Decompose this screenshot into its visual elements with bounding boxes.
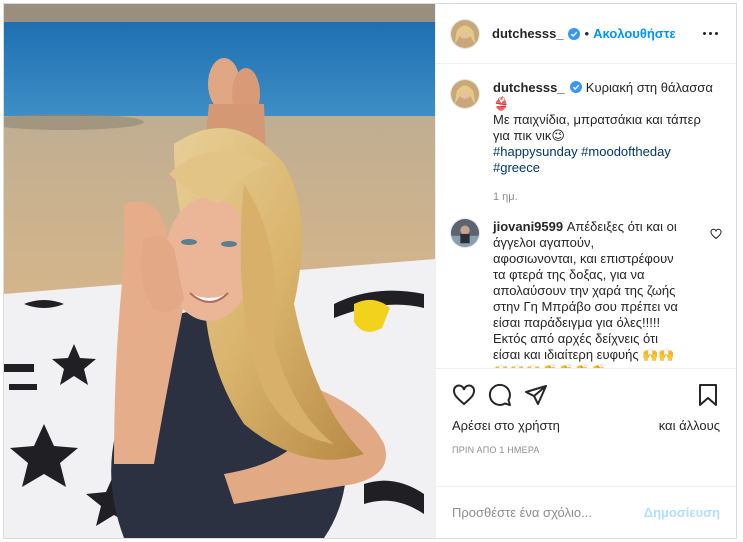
comment-line: απολαύσουν την χαρά της ζωής bbox=[493, 283, 676, 298]
comment-icon[interactable] bbox=[488, 383, 512, 407]
heart-icon[interactable] bbox=[452, 383, 476, 407]
add-comment-bar: Προσθέστε ένα σχόλιο... Δημοσίευση bbox=[436, 486, 736, 538]
heart-small-icon[interactable] bbox=[710, 228, 722, 240]
commenter-avatar[interactable] bbox=[450, 218, 480, 248]
post-actions: Αρέσει στο χρήστη και άλλους ΠΡΙΝ ΑΠΟ 1 … bbox=[436, 368, 736, 486]
caption-time: 1 ημ. bbox=[493, 191, 518, 203]
bookmark-icon[interactable] bbox=[696, 383, 720, 407]
post-photo[interactable] bbox=[4, 4, 435, 538]
post-side-panel: dutchesss_ • Ακολουθήστε dutchesss_ Κυρι… bbox=[435, 4, 736, 538]
comment-line: Απέδειξες ότι και οι bbox=[566, 219, 677, 234]
caption-line-3: για πικ νικ😉 bbox=[493, 128, 565, 143]
comment-line: στην Γη Μπράβο σου πρέπει να bbox=[493, 299, 678, 314]
caption-avatar[interactable] bbox=[450, 79, 480, 109]
action-icons bbox=[452, 375, 720, 415]
post-timestamp[interactable]: ΠΡΙΝ ΑΠΟ 1 ΗΜΕΡΑ bbox=[452, 445, 720, 455]
comment-line: είσαι και ιδιαίτερη ευφυής 🙌🙌 bbox=[493, 347, 675, 362]
comment-line: άγγελοι αγαπούν, bbox=[493, 235, 595, 250]
comments-area: dutchesss_ Κυριακή στη θάλασσα 👙 Με παιχ… bbox=[436, 64, 736, 368]
caption-hashtags-1[interactable]: #happysunday #moodoftheday bbox=[493, 144, 722, 160]
likes-left[interactable]: Αρέσει στο χρήστη bbox=[452, 418, 560, 433]
comment-line: είσαι παράδειγμα για όλες!!!!! bbox=[493, 315, 661, 330]
share-icon[interactable] bbox=[524, 383, 548, 407]
caption-hashtags-2[interactable]: #greece bbox=[493, 160, 722, 176]
post-header: dutchesss_ • Ακολουθήστε bbox=[436, 4, 736, 64]
verified-icon bbox=[567, 27, 580, 40]
follow-button[interactable]: Ακολουθήστε bbox=[593, 26, 676, 41]
comment-line: Εκτός από αρχές δείχνεις ότι bbox=[493, 331, 659, 346]
beach-photo-illustration bbox=[4, 4, 435, 538]
comment-line: αφοσιωνονται, και επιστρέφουν bbox=[493, 251, 674, 266]
caption-line-2: Με παιχνίδια, μπρατσάκια και τάπερ bbox=[493, 112, 701, 127]
caption-username[interactable]: dutchesss_ bbox=[493, 80, 565, 95]
caption-emoji: 👙 bbox=[493, 96, 510, 111]
author-avatar[interactable] bbox=[450, 18, 480, 49]
header-separator: • bbox=[584, 26, 590, 41]
verified-icon bbox=[570, 81, 583, 93]
commenter-username[interactable]: jiovani9599 bbox=[493, 219, 563, 234]
caption-text: dutchesss_ Κυριακή στη θάλασσα 👙 Με παιχ… bbox=[493, 80, 722, 205]
comment-row: jiovani9599 Απέδειξες ότι και οι άγγελοι… bbox=[450, 218, 722, 368]
instagram-post-modal: dutchesss_ • Ακολουθήστε dutchesss_ Κυρι… bbox=[3, 3, 737, 539]
author-username[interactable]: dutchesss_ bbox=[492, 26, 564, 41]
post-comment-button[interactable]: Δημοσίευση bbox=[644, 505, 720, 520]
more-options-icon[interactable] bbox=[698, 22, 722, 46]
comment-text: jiovani9599 Απέδειξες ότι και οι άγγελοι… bbox=[493, 219, 722, 368]
caption-line-1: Κυριακή στη θάλασσα bbox=[585, 80, 713, 95]
comment-input[interactable]: Προσθέστε ένα σχόλιο... bbox=[452, 505, 644, 520]
caption-row: dutchesss_ Κυριακή στη θάλασσα 👙 Με παιχ… bbox=[450, 79, 722, 205]
likes-text: Αρέσει στο χρήστη και άλλους bbox=[452, 418, 720, 433]
likes-right[interactable]: και άλλους bbox=[659, 418, 720, 433]
comment-line: τα φτερά της δοξας, για να bbox=[493, 267, 645, 282]
